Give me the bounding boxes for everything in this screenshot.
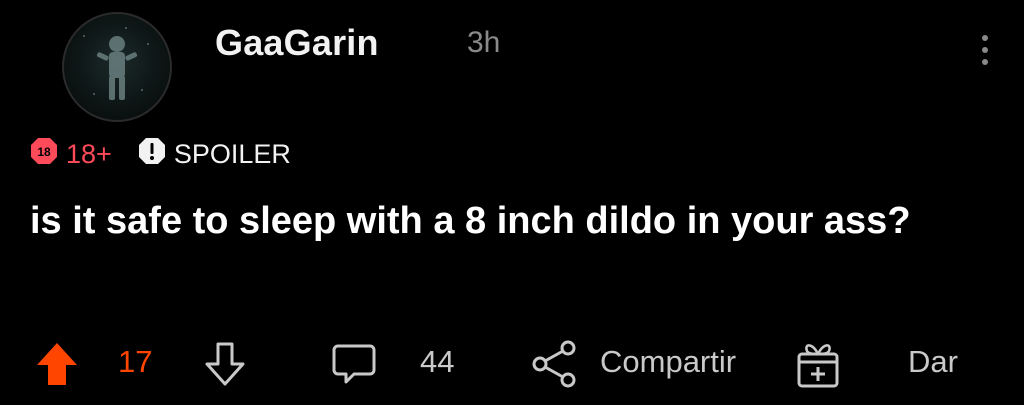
avatar[interactable] <box>62 12 172 122</box>
post-tags: 18 18+ SPOILER <box>30 136 317 172</box>
comment-count[interactable]: 44 <box>420 344 454 380</box>
post-title[interactable]: is it safe to sleep with a 8 inch dildo … <box>30 194 970 248</box>
nsfw-badge-number: 18 <box>37 145 51 159</box>
post-card[interactable]: GaaGarin 3h 18 18+ SPOILER is it safe to… <box>0 0 1024 405</box>
spoiler-alert-icon <box>138 137 166 172</box>
spoiler-label: SPOILER <box>173 138 291 169</box>
post-time: 3h <box>467 26 501 59</box>
share-icon[interactable] <box>530 340 580 393</box>
vote-count: 17 <box>118 344 153 379</box>
award-button[interactable]: Dar <box>908 344 958 380</box>
nsfw-badge-icon: 18 <box>30 137 58 172</box>
upvote-arrow-icon[interactable] <box>34 340 80 393</box>
nsfw-label: 18+ <box>66 138 112 169</box>
author-username[interactable]: GaaGarin <box>215 22 379 64</box>
downvote-arrow-icon[interactable] <box>202 340 248 393</box>
share-button[interactable]: Compartir <box>600 344 736 380</box>
astronaut-icon <box>83 27 149 100</box>
action-bar: 17 44 Compartir Dar <box>0 336 1024 392</box>
more-vertical-icon[interactable] <box>976 32 994 68</box>
comment-bubble-icon[interactable] <box>330 340 378 393</box>
gift-icon[interactable] <box>794 338 842 395</box>
spoiler-tag: SPOILER <box>138 137 291 172</box>
nsfw-tag: 18 18+ <box>30 137 112 172</box>
